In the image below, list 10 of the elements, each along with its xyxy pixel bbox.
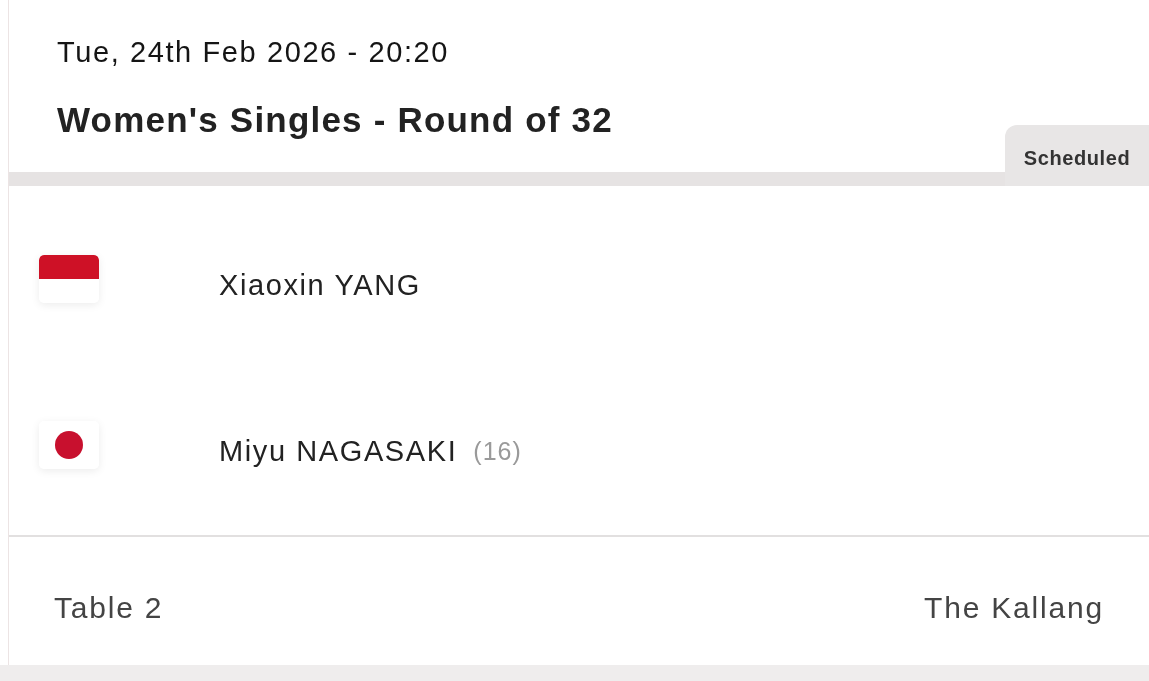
disc-flag-icon (39, 421, 99, 469)
status-tag: Scheduled (1005, 125, 1149, 186)
seed-number: (16) (473, 436, 522, 468)
venue-label: The Kallang (924, 589, 1104, 626)
player-name: Xiaoxin YANG (219, 268, 421, 304)
date-time-text: Tue, 24th Feb 2026 - 20:20 (57, 38, 449, 67)
striped-flag-icon (39, 255, 99, 303)
match-title: Women's Singles - Round of 32 (57, 102, 613, 137)
table-label: Table 2 (54, 589, 164, 626)
player-name: Miyu NAGASAKI (219, 434, 458, 470)
